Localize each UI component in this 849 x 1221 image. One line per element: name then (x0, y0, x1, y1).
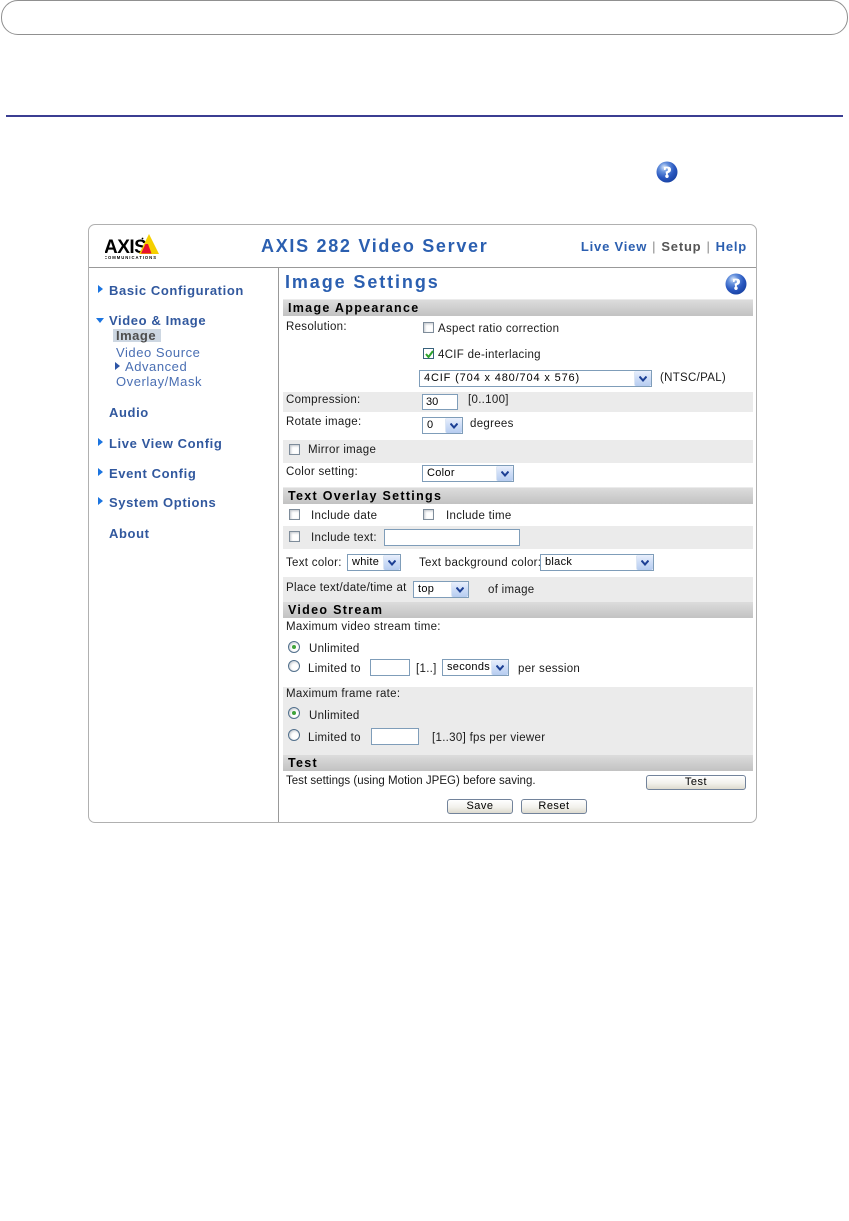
svg-text:COMMUNICATIONS: COMMUNICATIONS (105, 255, 157, 260)
svg-text:?: ? (733, 277, 741, 294)
svg-text:?: ? (664, 165, 672, 182)
